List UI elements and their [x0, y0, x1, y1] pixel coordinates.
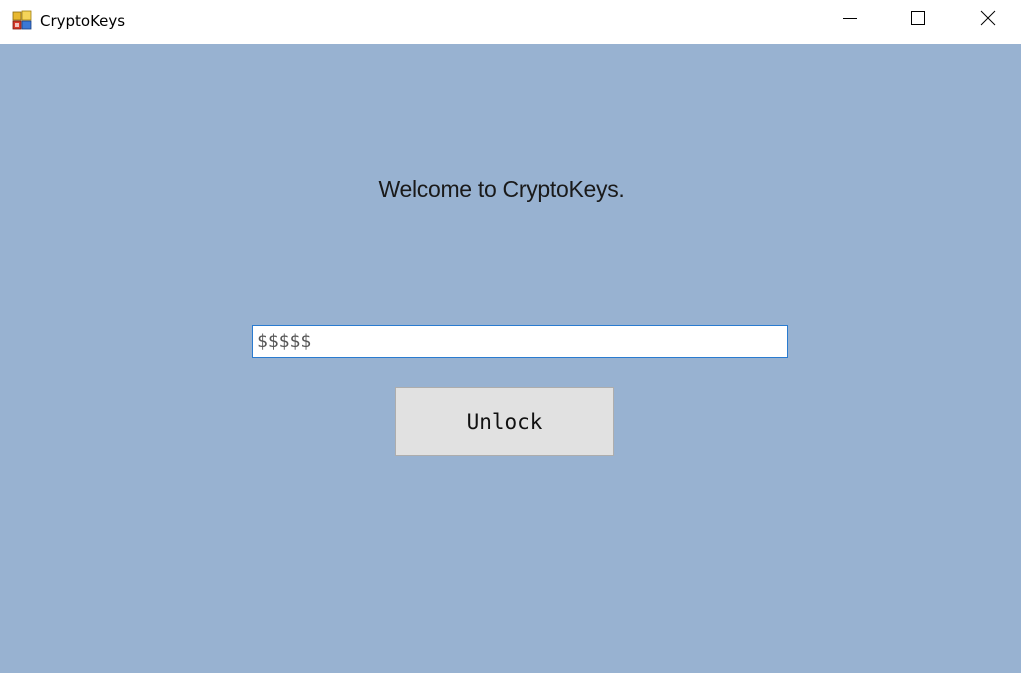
window-title: CryptoKeys	[40, 12, 126, 30]
maximize-icon	[910, 10, 926, 31]
minimize-button[interactable]	[827, 0, 873, 40]
unlock-button-label: Unlock	[466, 409, 543, 434]
password-input[interactable]	[252, 325, 788, 358]
title-bar[interactable]: CryptoKeys	[0, 0, 1021, 44]
minimize-icon	[842, 10, 858, 31]
close-button[interactable]	[965, 0, 1011, 40]
welcome-label: Welcome to CryptoKeys.	[378, 176, 625, 202]
unlock-button[interactable]: Unlock	[395, 387, 614, 456]
close-icon	[980, 10, 996, 31]
maximize-button[interactable]	[895, 0, 941, 40]
app-window: CryptoKeys Welcome to CryptoKeys. Unlock	[0, 0, 1021, 673]
app-icon	[12, 10, 32, 30]
client-area: Welcome to CryptoKeys. Unlock	[0, 44, 1021, 673]
